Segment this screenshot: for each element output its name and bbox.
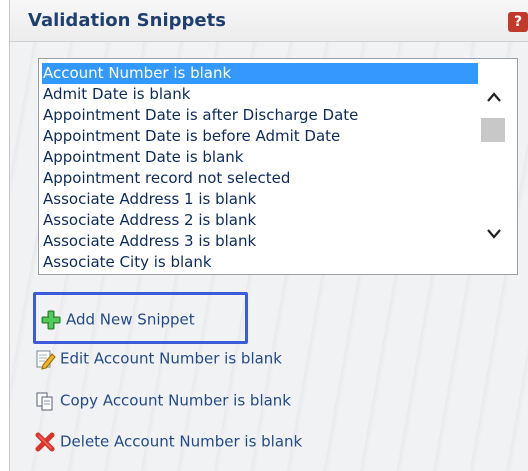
help-icon[interactable]: ? <box>508 12 528 32</box>
add-new-snippet-link[interactable]: Add New Snippet <box>40 305 195 333</box>
delete-snippet-label: Delete Account Number is blank <box>60 432 303 451</box>
list-item[interactable]: Appointment Date is before Admit Date <box>42 126 478 147</box>
panel-title: Validation Snippets <box>28 10 226 31</box>
list-item[interactable]: Admit Date is blank <box>42 84 478 105</box>
copy-icon <box>34 390 56 412</box>
list-item[interactable]: Appointment record not selected <box>42 168 478 189</box>
plus-icon <box>40 309 62 331</box>
validation-snippets-panel: Validation Snippets ? Account Number is … <box>9 0 528 471</box>
copy-snippet-link[interactable]: Copy Account Number is blank <box>34 386 291 414</box>
snippet-list: Account Number is blank Admit Date is bl… <box>42 63 478 273</box>
edit-snippet-link[interactable]: Edit Account Number is blank <box>34 344 282 372</box>
list-item[interactable]: Associate City is blank <box>42 252 478 273</box>
delete-x-icon <box>34 431 56 453</box>
list-item[interactable]: Associate Address 1 is blank <box>42 189 478 210</box>
list-item[interactable]: Associate Address 2 is blank <box>42 210 478 231</box>
panel-header: Validation Snippets ? <box>10 0 528 42</box>
list-item[interactable]: Account Number is blank <box>42 63 478 84</box>
scroll-up-arrow-icon[interactable] <box>480 87 508 109</box>
list-item[interactable]: Associate Address 3 is blank <box>42 231 478 252</box>
list-item[interactable]: Appointment Date is blank <box>42 147 478 168</box>
snippet-listbox[interactable]: Account Number is blank Admit Date is bl… <box>38 58 518 275</box>
list-item[interactable]: Appointment Date is after Discharge Date <box>42 105 478 126</box>
edit-snippet-label: Edit Account Number is blank <box>60 349 282 368</box>
delete-snippet-link[interactable]: Delete Account Number is blank <box>34 427 302 455</box>
edit-pencil-icon <box>34 348 56 370</box>
copy-snippet-label: Copy Account Number is blank <box>60 391 291 410</box>
scroll-down-arrow-icon[interactable] <box>480 224 508 246</box>
add-new-snippet-label: Add New Snippet <box>66 310 195 329</box>
scrollbar-thumb[interactable] <box>481 118 505 142</box>
